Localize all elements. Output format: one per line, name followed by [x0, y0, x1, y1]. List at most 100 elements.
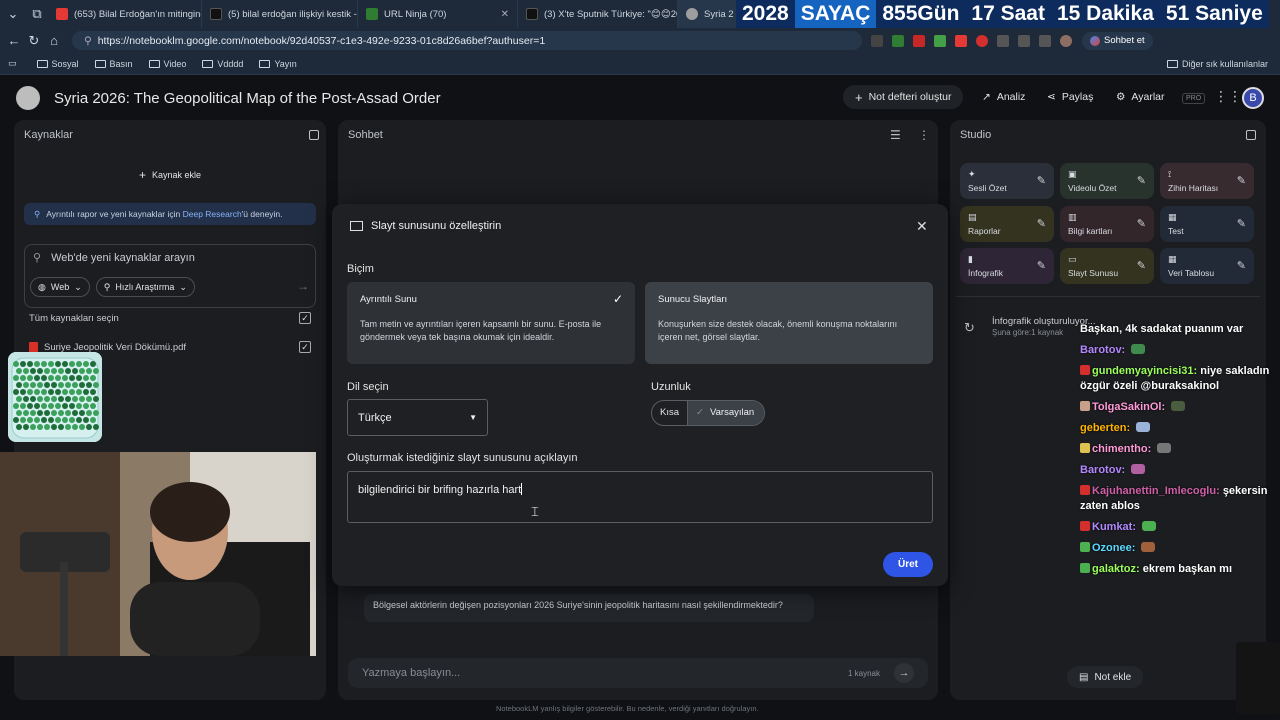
tab-search-icon[interactable]: ⌄ — [0, 6, 26, 22]
studio-card-bilgi-kartları[interactable]: ▥ Bilgi kartları ✎ — [1060, 206, 1154, 242]
overlay-widget — [1236, 642, 1280, 714]
deep-research-link[interactable]: Deep Research — [183, 209, 242, 219]
edit-pencil-icon[interactable]: ✎ — [1237, 217, 1246, 230]
extension-icon[interactable] — [871, 34, 883, 47]
tune-icon[interactable]: ☰ — [890, 128, 901, 142]
home-icon[interactable]: ⌂ — [44, 33, 64, 48]
studio-card-test[interactable]: ▦ Test ✎ — [1160, 206, 1254, 242]
language-select[interactable]: Türkçe ▼ — [347, 399, 488, 436]
new-notebook-button[interactable]: + Not defteri oluştur — [843, 85, 964, 109]
avatar[interactable]: B — [1242, 87, 1264, 109]
arrow-right-icon[interactable]: → — [297, 279, 309, 293]
panel-toggle-icon[interactable] — [309, 130, 319, 140]
studio-card-label: İnfografik — [968, 268, 1003, 278]
edit-pencil-icon[interactable]: ✎ — [1037, 174, 1046, 187]
bookmark-list-icon[interactable]: ▭ — [8, 58, 17, 69]
studio-card-veri-tablosu[interactable]: ▦ Veri Tablosu ✎ — [1160, 248, 1254, 284]
close-icon[interactable]: ✕ — [501, 9, 509, 20]
extension-icon[interactable] — [1018, 34, 1030, 47]
chat-message: Barotov: — [1080, 343, 1270, 358]
gif-overlay — [8, 352, 102, 442]
edit-pencil-icon[interactable]: ✎ — [1137, 174, 1146, 187]
close-icon[interactable]: ✕ — [916, 218, 928, 235]
edit-pencil-icon[interactable]: ✎ — [1037, 259, 1046, 272]
note-icon: ▤ — [1079, 671, 1089, 683]
settings-button[interactable]: ⚙ Ayarlar — [1116, 91, 1165, 103]
chat-input[interactable]: Yazmaya başlayın... 1 kaynak → — [348, 658, 928, 688]
gemini-icon — [1090, 35, 1100, 46]
language-label: Dil seçin — [347, 381, 389, 393]
web-search-input[interactable]: ⚲ Web'de yeni kaynaklar arayın — [33, 251, 195, 265]
length-default[interactable]: ✓ Varsayılan — [688, 401, 765, 425]
send-icon[interactable]: → — [894, 663, 914, 683]
site-info-icon[interactable]: ⚲ — [84, 35, 92, 47]
browser-tab[interactable]: URL Ninja (70) ✕ — [358, 0, 518, 28]
bookmark-folder[interactable]: Yayın — [259, 59, 297, 69]
browser-tab[interactable]: (5) bilal erdoğan ilişkiyi kestik - Ar ✕ — [202, 0, 358, 28]
bookmark-folder[interactable]: Basın — [94, 59, 133, 69]
add-note-button[interactable]: ▤ Not ekle — [1067, 666, 1144, 688]
generate-button[interactable]: Üret — [883, 552, 933, 577]
notebook-title[interactable]: Syria 2026: The Geopolitical Map of the … — [54, 90, 441, 107]
source-checkbox[interactable]: ✓ — [299, 341, 311, 353]
url-field[interactable]: ⚲ https://notebooklm.google.com/notebook… — [72, 31, 862, 50]
deep-research-banner[interactable]: ⚲ Ayrıntılı rapor ve yeni kaynaklar için… — [24, 203, 316, 225]
browser-tab[interactable]: (653) Bilal Erdoğan'ın mitingine ka ✕ — [48, 0, 202, 28]
studio-card-icon: ✦ — [968, 169, 976, 179]
studio-card-videolu-özet[interactable]: ▣ Videolu Özet ✎ — [1060, 163, 1154, 199]
refresh-icon: ↻ — [964, 320, 975, 335]
puzzle-icon[interactable] — [1039, 34, 1051, 47]
extension-icon[interactable] — [997, 34, 1009, 47]
format-option-detailed[interactable]: Ayrıntılı Sunu Tam metin ve ayrıntıları … — [347, 282, 635, 364]
profile-avatar-icon[interactable] — [1060, 34, 1072, 47]
add-source-button[interactable]: + Kaynak ekle — [24, 164, 316, 186]
studio-card-i-nfografik[interactable]: ▮ İnfografik ✎ — [960, 248, 1054, 284]
length-short[interactable]: Kısa — [652, 401, 689, 425]
edit-pencil-icon[interactable]: ✎ — [1037, 217, 1046, 230]
bookmark-folder[interactable]: Sosyal — [36, 59, 79, 69]
emote-icon — [1171, 401, 1186, 411]
studio-card-raporlar[interactable]: ▤ Raporlar ✎ — [960, 206, 1054, 242]
extension-icon[interactable] — [913, 34, 925, 47]
browser-tab[interactable]: (3) X'te Sputnik Türkiye: "😊😊20 ✕ — [518, 0, 678, 28]
back-icon[interactable]: ← — [4, 33, 24, 48]
suggested-question[interactable]: Bölgesel aktörlerin değişen pozisyonları… — [364, 594, 814, 622]
select-all-checkbox[interactable]: ✓ — [299, 312, 311, 324]
describe-textarea[interactable]: bilgilendirici bir brifing hazırla hart — [347, 471, 933, 523]
apps-grid-icon[interactable]: ⋮⋮ — [1214, 88, 1242, 105]
studio-card-sesli-özet[interactable]: ✦ Sesli Özet ✎ — [960, 163, 1054, 199]
fast-research-chip[interactable]: ⚲ Hızlı Araştırma ⌄ — [95, 277, 195, 297]
emote-icon — [1157, 443, 1172, 453]
chat-username: Ozonee: — [1092, 542, 1136, 554]
select-all-row[interactable]: Tüm kaynakları seçin ✓ — [29, 312, 311, 324]
studio-card-label: Veri Tablosu — [1168, 268, 1215, 278]
edit-pencil-icon[interactable]: ✎ — [1137, 217, 1146, 230]
extension-icon[interactable] — [955, 34, 967, 47]
countdown-seconds: 51 Saniye — [1159, 0, 1269, 28]
edit-pencil-icon[interactable]: ✎ — [1237, 174, 1246, 187]
address-bar-row: ← ↻ ⌂ ⚲ https://notebooklm.google.com/no… — [0, 28, 1280, 53]
studio-card-zihin-haritası[interactable]: ⟟ Zihin Haritası ✎ — [1160, 163, 1254, 199]
edit-pencil-icon[interactable]: ✎ — [1137, 259, 1146, 272]
notebooklm-logo[interactable] — [16, 86, 40, 110]
tab-actions-icon[interactable]: ⧉ — [26, 6, 48, 22]
panel-toggle-icon[interactable] — [1246, 130, 1256, 140]
extension-icon[interactable] — [976, 34, 988, 47]
extension-icon[interactable] — [892, 34, 904, 47]
chat-text: ekrem başkan mı — [1142, 563, 1233, 575]
tab-favicon — [526, 8, 538, 20]
reload-icon[interactable]: ↻ — [24, 33, 44, 49]
folder-icon — [1166, 59, 1178, 68]
format-option-presenter[interactable]: Sunucu Slaytları Konuşurken size destek … — [645, 282, 933, 364]
chat-button[interactable]: Sohbet et — [1082, 31, 1153, 50]
more-vert-icon[interactable]: ⋮ — [918, 128, 930, 142]
bookmark-folder[interactable]: Video — [148, 59, 186, 69]
share-button[interactable]: ⋖ Paylaş — [1047, 91, 1093, 103]
web-chip[interactable]: ◍ Web ⌄ — [30, 277, 90, 297]
extension-icon[interactable] — [934, 34, 946, 47]
bookmark-folder[interactable]: Vdddd — [202, 59, 243, 69]
analytics-button[interactable]: ↗ Analiz — [982, 91, 1025, 103]
edit-pencil-icon[interactable]: ✎ — [1237, 259, 1246, 272]
other-bookmarks[interactable]: Diğer sık kullanılanlar — [1166, 59, 1268, 69]
studio-card-slayt-sunusu[interactable]: ▭ Slayt Sunusu ✎ — [1060, 248, 1154, 284]
